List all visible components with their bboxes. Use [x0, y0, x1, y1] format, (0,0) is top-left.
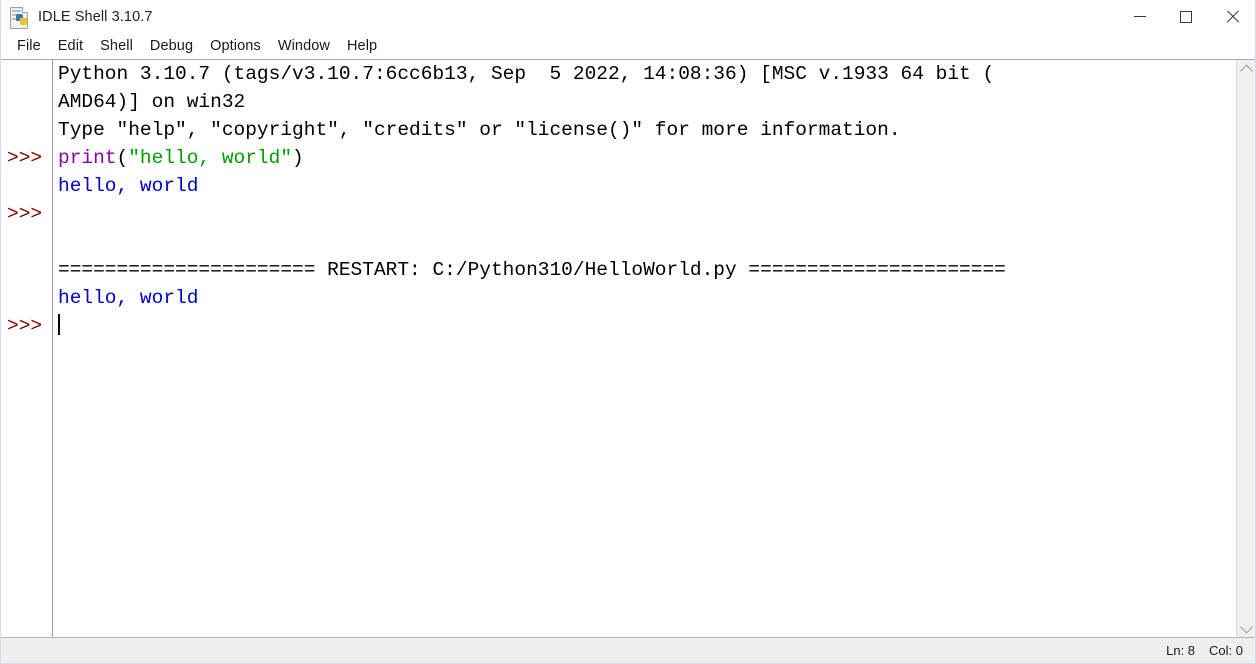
python-file-icon: [9, 6, 31, 29]
gutter-blank: [1, 256, 52, 284]
window-controls: [1117, 0, 1255, 33]
menu-item-help[interactable]: Help: [339, 36, 386, 56]
status-bar: Ln: 8 Col: 0: [1, 637, 1255, 663]
minimize-icon: [1134, 15, 1146, 18]
prompt-marker: >>>: [7, 147, 43, 169]
console-token-string: "hello, world": [128, 147, 293, 169]
maximize-icon: [1180, 10, 1192, 23]
window-title: IDLE Shell 3.10.7: [38, 8, 153, 25]
console-token-builtin: print: [58, 147, 117, 169]
console-line: Python 3.10.7 (tags/v3.10.7:6cc6b13, Sep…: [58, 60, 1236, 88]
menu-item-shell[interactable]: Shell: [92, 36, 142, 56]
console-line: ====================== RESTART: C:/Pytho…: [58, 256, 1236, 284]
vertical-scrollbar[interactable]: [1236, 60, 1255, 637]
status-col-indicator: Col: 0: [1209, 643, 1243, 658]
console-token-output: hello, world: [58, 175, 199, 197]
gutter-blank: [1, 116, 52, 144]
console-line: hello, world: [58, 172, 1236, 200]
console-line: print("hello, world"): [58, 144, 1236, 172]
console-body[interactable]: >>> >>> >>> Python 3.10.7 (tags/v3.10.7:6c…: [1, 60, 1236, 637]
menu-bar: File Edit Shell Debug Options Window Hel…: [1, 33, 1255, 59]
console-token-output: hello, world: [58, 287, 199, 309]
console-token-plain: ====================== RESTART: C:/Pytho…: [58, 259, 1006, 281]
prompt-marker: >>>: [7, 203, 43, 225]
console-token-plain: ): [292, 147, 304, 169]
console-token-plain: (: [116, 147, 129, 169]
console-token-plain: AMD64)] on win32: [58, 91, 246, 113]
console-line: Type "help", "copyright", "credits" or "…: [58, 116, 1236, 144]
menu-item-debug[interactable]: Debug: [142, 36, 202, 56]
scroll-down-button[interactable]: [1237, 619, 1255, 637]
chevron-down-icon: [1239, 620, 1253, 633]
gutter-blank: [1, 172, 52, 200]
text-caret: [58, 314, 60, 335]
prompt-gutter: >>> >>> >>>: [1, 60, 53, 637]
menu-item-window[interactable]: Window: [270, 36, 339, 56]
minimize-button[interactable]: [1117, 0, 1163, 33]
console-token-plain: Python 3.10.7 (tags/v3.10.7:6cc6b13, Sep…: [58, 63, 995, 85]
console-token-plain: Type "help", "copyright", "credits" or "…: [58, 119, 901, 141]
gutter-blank: [1, 60, 52, 88]
shell-text-area[interactable]: >>> >>> >>> Python 3.10.7 (tags/v3.10.7:6c…: [1, 59, 1255, 637]
menu-item-options[interactable]: Options: [202, 36, 270, 56]
status-line-indicator: Ln: 8: [1166, 643, 1196, 658]
menu-item-file[interactable]: File: [9, 36, 50, 56]
close-icon: [1225, 9, 1240, 24]
gutter-blank: [1, 284, 52, 312]
prompt-marker: >>>: [7, 315, 43, 337]
chevron-up-icon: [1239, 64, 1253, 77]
close-button[interactable]: [1209, 0, 1255, 33]
console-line: AMD64)] on win32: [58, 88, 1236, 116]
gutter-blank: [1, 228, 52, 256]
maximize-button[interactable]: [1163, 0, 1209, 33]
scroll-up-button[interactable]: [1237, 60, 1255, 78]
console-line: [58, 312, 1236, 340]
console-output[interactable]: Python 3.10.7 (tags/v3.10.7:6cc6b13, Sep…: [53, 60, 1236, 637]
menu-item-edit[interactable]: Edit: [50, 36, 92, 56]
idle-shell-window: IDLE Shell 3.10.7 File Edit Shell Debug …: [0, 0, 1256, 664]
console-line: hello, world: [58, 284, 1236, 312]
title-bar: IDLE Shell 3.10.7: [1, 0, 1255, 33]
gutter-blank: [1, 88, 52, 116]
